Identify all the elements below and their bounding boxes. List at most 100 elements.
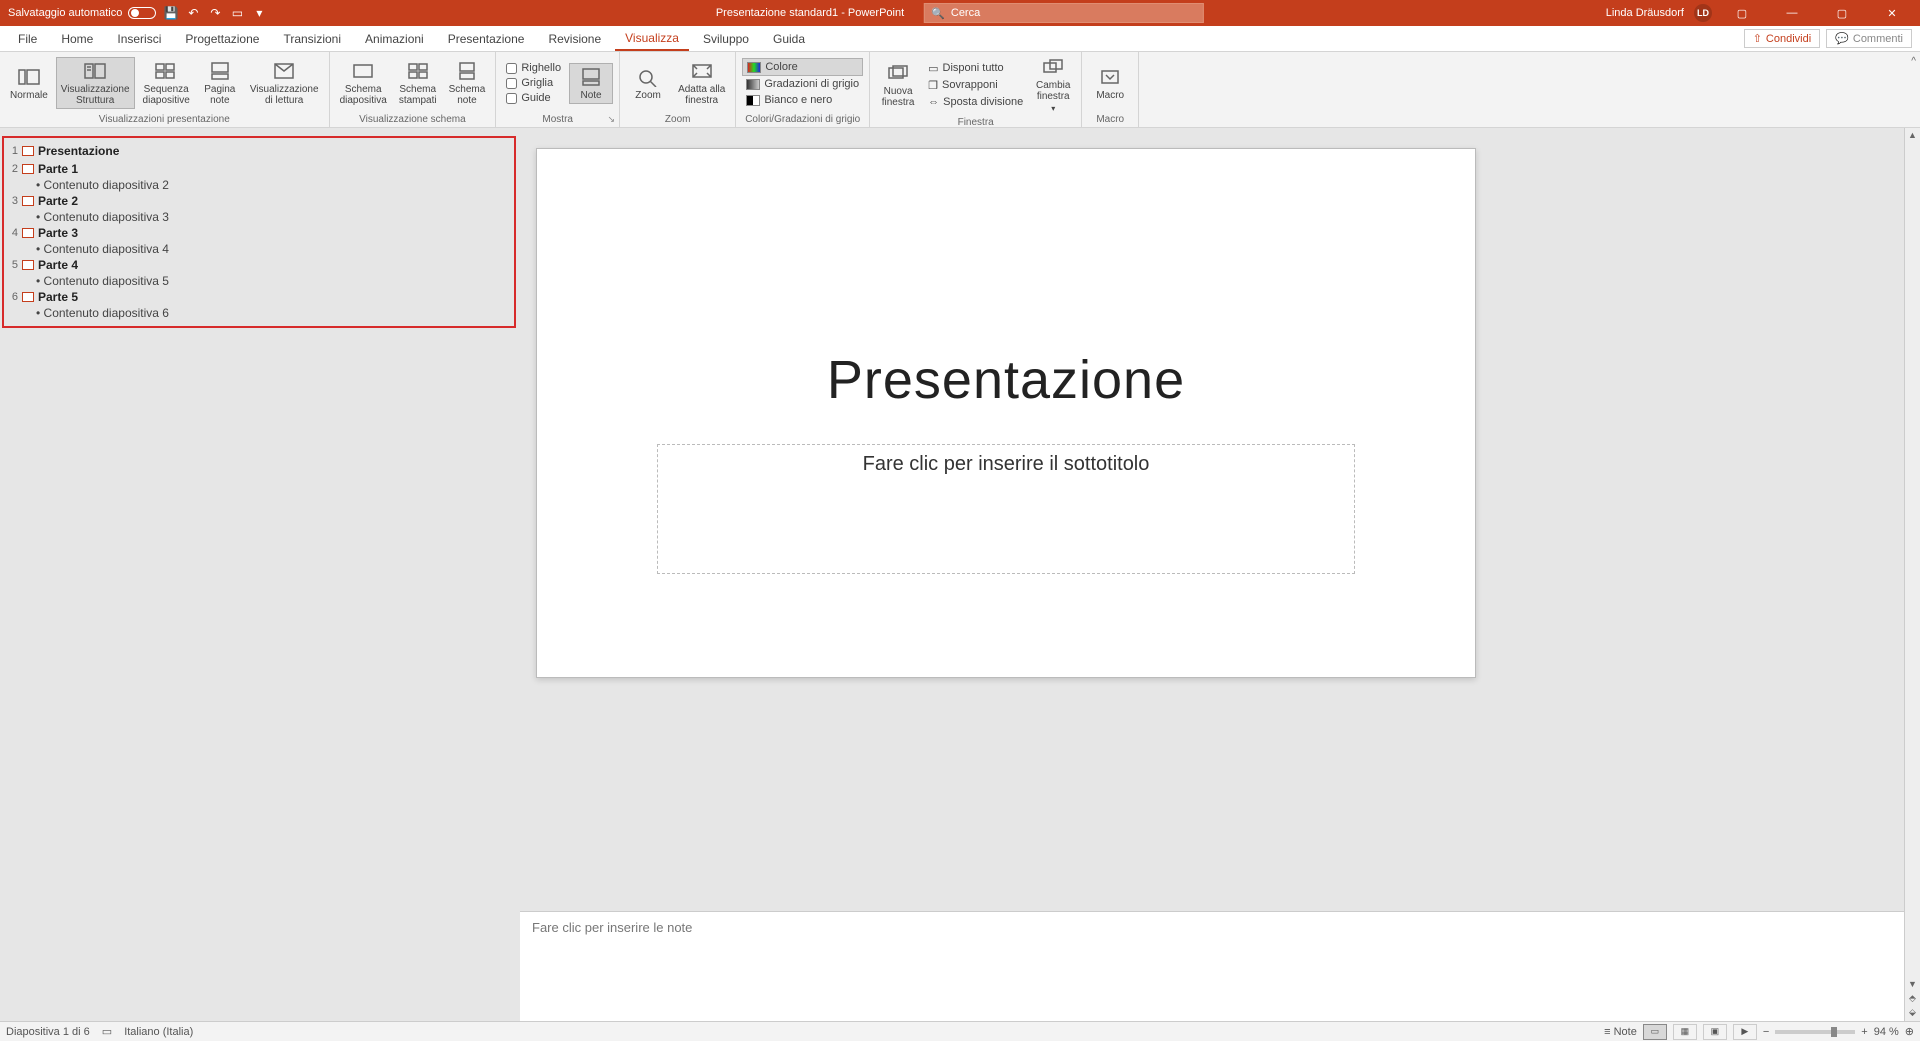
handout-master-button[interactable]: Schema stampati [395,58,441,108]
outline-bullet[interactable]: Contenuto diapositiva 3 [6,210,512,224]
search-box[interactable]: 🔍 Cerca [924,3,1204,23]
outline-slide-row[interactable]: 3Parte 2 [6,192,512,210]
switch-windows-button[interactable]: Cambia finestra ▾ [1031,54,1075,115]
qat-customize-icon[interactable]: ▾ [252,6,266,20]
cascade-button[interactable]: ❐Sovrapponi [924,77,1027,94]
notes-status-button[interactable]: ≡ Note [1604,1026,1637,1038]
outline-slide-row[interactable]: 5Parte 4 [6,256,512,274]
group-master-views-label: Visualizzazione schema [330,114,496,127]
notes-pane[interactable]: Fare clic per inserire le note [520,911,1904,1021]
slide-sorter-button[interactable]: Sequenza diapositive [139,58,194,108]
normal-view-button[interactable]: Normale [6,64,52,103]
outline-slide-title[interactable]: Parte 4 [38,258,78,272]
slideshow-status-button[interactable]: ▶ [1733,1024,1757,1040]
outline-pane[interactable]: 1Presentazione2Parte 1Contenuto diaposit… [0,128,520,1021]
language-indicator[interactable]: Italiano (Italia) [124,1026,193,1038]
user-name[interactable]: Linda Dräusdorf [1606,7,1684,19]
tab-view[interactable]: Visualizza [615,27,689,51]
bw-mode-button[interactable]: Bianco e nero [742,92,863,108]
tab-review[interactable]: Revisione [538,28,611,50]
fit-to-window-button[interactable]: Adatta alla finestra [674,58,729,108]
slide-counter[interactable]: Diapositiva 1 di 6 [6,1026,90,1038]
redo-icon[interactable]: ↷ [208,6,222,20]
outline-bullet[interactable]: Contenuto diapositiva 5 [6,274,512,288]
close-button[interactable]: ✕ [1872,0,1912,26]
ribbon-display-options-icon[interactable]: ▢ [1722,0,1762,26]
grayscale-mode-button[interactable]: Gradazioni di grigio [742,76,863,92]
outline-bullet[interactable]: Contenuto diapositiva 4 [6,242,512,256]
start-slideshow-icon[interactable]: ▭ [230,6,244,20]
outline-slide-title[interactable]: Parte 3 [38,226,78,240]
slide-master-button[interactable]: Schema diapositiva [336,58,391,108]
scroll-down-icon[interactable]: ▼ [1905,977,1920,991]
reading-view-button[interactable]: Visualizzazione di lettura [246,58,323,108]
gridlines-checkbox[interactable]: Griglia [502,76,565,90]
tab-home[interactable]: Home [51,28,103,50]
maximize-button[interactable]: ▢ [1822,0,1862,26]
notes-toggle-button[interactable]: Note [569,63,613,104]
outline-bullet[interactable]: Contenuto diapositiva 2 [6,178,512,192]
arrange-all-button[interactable]: ▭Disponi tutto [924,60,1027,77]
zoom-in-button[interactable]: + [1861,1026,1867,1038]
outline-slide-title[interactable]: Presentazione [38,144,119,158]
outline-bullet[interactable]: Contenuto diapositiva 6 [6,306,512,320]
tab-design[interactable]: Progettazione [175,28,269,50]
outline-slide-number: 6 [8,291,18,303]
zoom-out-button[interactable]: − [1763,1026,1769,1038]
autosave-toggle[interactable]: Salvataggio automatico [8,7,156,19]
outline-slide-title[interactable]: Parte 1 [38,162,78,176]
color-mode-button[interactable]: Colore [742,58,863,76]
reading-view-status-button[interactable]: ▣ [1703,1024,1727,1040]
show-group-launcher-icon[interactable]: ↘ [608,114,616,125]
outline-slide-row[interactable]: 1Presentazione [6,142,512,160]
outline-slide-title[interactable]: Parte 5 [38,290,78,304]
undo-icon[interactable]: ↶ [186,6,200,20]
collapse-ribbon-icon[interactable]: ^ [1911,56,1916,67]
tab-file[interactable]: File [8,28,47,50]
outline-highlight-box: 1Presentazione2Parte 1Contenuto diaposit… [2,136,516,328]
save-icon[interactable]: 💾 [164,6,178,20]
prev-slide-icon[interactable]: ⬘ [1905,991,1920,1005]
scroll-track[interactable] [1905,142,1920,977]
tab-slideshow[interactable]: Presentazione [438,28,535,50]
comments-button[interactable]: 💬 Commenti [1826,29,1912,48]
move-split-button[interactable]: ⇔Sposta divisione [924,94,1027,110]
minimize-button[interactable]: — [1772,0,1812,26]
tab-help[interactable]: Guida [763,28,815,50]
tab-developer[interactable]: Sviluppo [693,28,759,50]
tab-animations[interactable]: Animazioni [355,28,434,50]
zoom-slider[interactable] [1775,1030,1855,1034]
outline-slide-row[interactable]: 4Parte 3 [6,224,512,242]
slide-title[interactable]: Presentazione [537,349,1475,411]
sorter-view-status-button[interactable]: ▦ [1673,1024,1697,1040]
chevron-down-icon: ▾ [1051,104,1055,113]
zoom-percentage[interactable]: 94 % [1874,1026,1899,1038]
notes-page-button[interactable]: Pagina note [198,58,242,108]
scroll-up-icon[interactable]: ▲ [1905,128,1920,142]
slide-thumbnail-icon [22,228,34,238]
zoom-button[interactable]: Zoom [626,64,670,103]
comments-icon: 💬 [1835,32,1849,45]
vertical-scrollbar[interactable]: ▲ ▼ ⬘ ⬙ [1904,128,1920,1021]
tab-transitions[interactable]: Transizioni [273,28,351,50]
ruler-checkbox[interactable]: Righello [502,61,565,75]
outline-view-label: Visualizzazione Struttura [61,84,130,106]
next-slide-icon[interactable]: ⬙ [1905,1005,1920,1019]
tab-insert[interactable]: Inserisci [107,28,171,50]
notes-master-button[interactable]: Schema note [445,58,490,108]
fit-to-window-status-button[interactable]: ⊕ [1905,1025,1914,1038]
zoom-slider-thumb[interactable] [1831,1027,1837,1037]
accessibility-icon[interactable]: ▭ [102,1025,112,1038]
outline-view-button[interactable]: Visualizzazione Struttura [56,57,135,109]
new-window-button[interactable]: Nuova finestra [876,60,920,110]
user-avatar[interactable]: LD [1694,4,1712,22]
guides-checkbox[interactable]: Guide [502,91,565,105]
slide-subtitle-placeholder[interactable]: Fare clic per inserire il sottotitolo [657,444,1355,574]
outline-slide-row[interactable]: 6 Parte 5 [6,288,512,306]
outline-slide-title[interactable]: Parte 2 [38,194,78,208]
share-button[interactable]: ⇧ Condividi [1744,29,1820,48]
slide-canvas[interactable]: Presentazione Fare clic per inserire il … [536,148,1476,678]
normal-view-status-button[interactable]: ▭ [1643,1024,1667,1040]
macros-button[interactable]: Macro [1088,64,1132,103]
outline-slide-row[interactable]: 2Parte 1 [6,160,512,178]
